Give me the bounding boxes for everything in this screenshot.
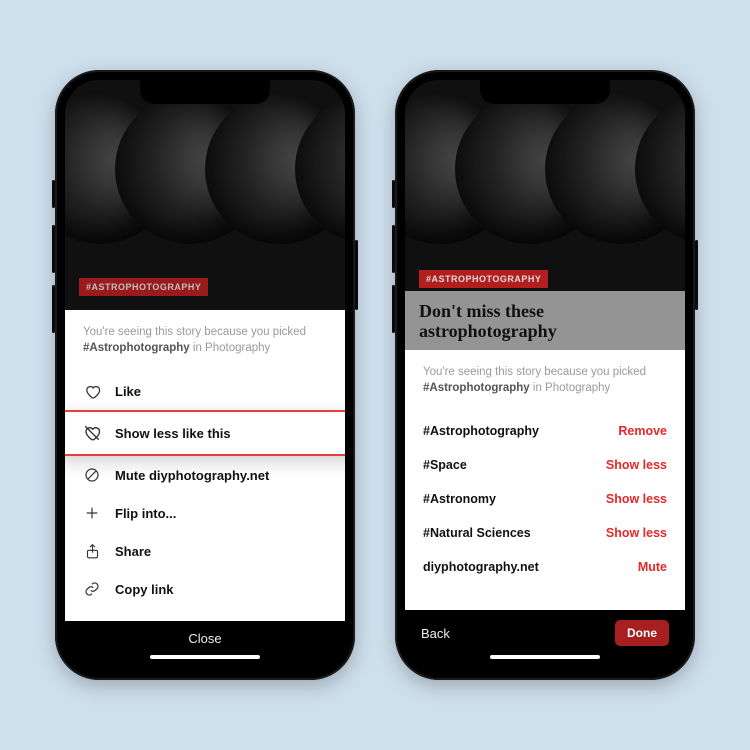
show-less-button[interactable]: Show less	[606, 492, 667, 506]
copy-link-button[interactable]: Copy link	[65, 570, 345, 608]
like-label: Like	[115, 384, 141, 399]
share-icon	[83, 542, 101, 560]
mute-source-button[interactable]: Mute diyphotography.net	[65, 456, 345, 494]
reason-prefix: You're seeing this story because you pic…	[423, 366, 646, 378]
side-button	[52, 225, 55, 273]
app-content: #ASTROPHOTOGRAPHY Don't miss these astro…	[405, 80, 685, 670]
side-button	[355, 240, 358, 310]
topic-row: #Astrophotography Remove	[405, 414, 685, 448]
topic-row: diyphotography.net Mute	[405, 550, 685, 584]
notch	[140, 80, 270, 104]
story-tag[interactable]: #ASTROPHOTOGRAPHY	[79, 278, 208, 296]
phone-frame-left: #ASTROPHOTOGRAPHY You're seeing this sto…	[55, 70, 355, 680]
show-less-label: Show less like this	[115, 426, 231, 441]
phone-frame-right: #ASTROPHOTOGRAPHY Don't miss these astro…	[395, 70, 695, 680]
mute-button[interactable]: Mute	[638, 560, 667, 574]
reason-text: You're seeing this story because you pic…	[65, 310, 345, 366]
reason-suffix: in Photography	[190, 342, 271, 354]
side-button	[392, 285, 395, 333]
topic-list: #Astrophotography Remove #Space Show les…	[405, 406, 685, 592]
side-button	[392, 180, 395, 208]
reason-topic: #Astrophotography	[423, 382, 530, 394]
show-less-button[interactable]: Show less like this	[65, 410, 345, 456]
show-less-button[interactable]: Show less	[606, 526, 667, 540]
topic-name: diyphotography.net	[423, 560, 539, 574]
reason-topic: #Astrophotography	[83, 342, 190, 354]
story-hero: #ASTROPHOTOGRAPHY	[65, 80, 345, 310]
like-button[interactable]: Like	[65, 372, 345, 410]
share-label: Share	[115, 544, 151, 559]
bottom-bar: Close	[65, 621, 345, 652]
topic-row: #Space Show less	[405, 448, 685, 482]
topic-name: #Space	[423, 458, 467, 472]
action-sheet: You're seeing this story because you pic…	[65, 310, 345, 621]
moon-phases-image	[405, 94, 685, 264]
side-button	[52, 180, 55, 208]
mute-label: Mute diyphotography.net	[115, 468, 269, 483]
topic-sheet: You're seeing this story because you pic…	[405, 350, 685, 610]
topic-name: #Astronomy	[423, 492, 496, 506]
home-indicator[interactable]	[65, 652, 345, 670]
moon-phases-image	[65, 94, 345, 264]
heart-slash-icon	[83, 424, 101, 442]
link-icon	[83, 580, 101, 598]
action-menu: Like Show less like this Mute diyphotogr…	[65, 366, 345, 608]
topic-row: #Natural Sciences Show less	[405, 516, 685, 550]
remove-button[interactable]: Remove	[618, 424, 667, 438]
heart-icon	[83, 382, 101, 400]
reason-text: You're seeing this story because you pic…	[405, 350, 685, 406]
topic-name: #Astrophotography	[423, 424, 539, 438]
block-icon	[83, 466, 101, 484]
story-hero: #ASTROPHOTOGRAPHY Don't miss these astro…	[405, 80, 685, 350]
share-button[interactable]: Share	[65, 532, 345, 570]
story-headline: Don't miss these astrophotography	[419, 301, 671, 342]
back-button[interactable]: Back	[421, 626, 450, 641]
story-tag[interactable]: #ASTROPHOTOGRAPHY	[419, 270, 548, 288]
side-button	[392, 225, 395, 273]
close-button[interactable]: Close	[188, 631, 221, 646]
copy-label: Copy link	[115, 582, 174, 597]
topic-row: #Astronomy Show less	[405, 482, 685, 516]
show-less-button[interactable]: Show less	[606, 458, 667, 472]
bottom-bar: Back Done	[405, 610, 685, 652]
reason-prefix: You're seeing this story because you pic…	[83, 326, 306, 338]
app-content: #ASTROPHOTOGRAPHY You're seeing this sto…	[65, 80, 345, 670]
topic-name: #Natural Sciences	[423, 526, 531, 540]
side-button	[695, 240, 698, 310]
side-button	[52, 285, 55, 333]
plus-icon	[83, 504, 101, 522]
reason-suffix: in Photography	[530, 382, 611, 394]
flip-label: Flip into...	[115, 506, 176, 521]
screen: #ASTROPHOTOGRAPHY Don't miss these astro…	[405, 80, 685, 670]
flip-into-button[interactable]: Flip into...	[65, 494, 345, 532]
home-indicator[interactable]	[405, 652, 685, 670]
headline-band: Don't miss these astrophotography	[405, 291, 685, 350]
notch	[480, 80, 610, 104]
screen: #ASTROPHOTOGRAPHY You're seeing this sto…	[65, 80, 345, 670]
done-button[interactable]: Done	[615, 620, 669, 646]
